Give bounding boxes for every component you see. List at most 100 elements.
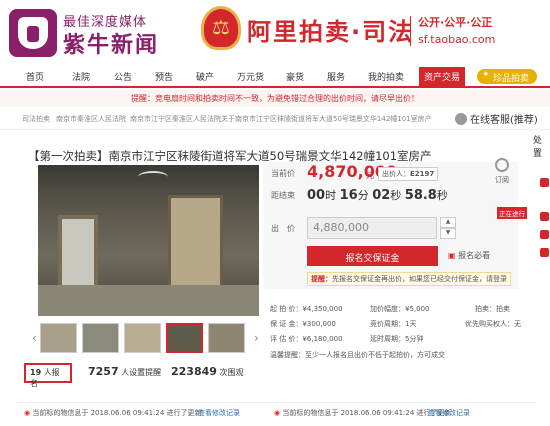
priority-item: 优先购买权人：无 xyxy=(465,319,521,329)
view-history-link[interactable]: 查看修改记录 xyxy=(198,408,240,418)
chevron-left-icon[interactable]: ‹ xyxy=(32,331,37,345)
bid-amount-input[interactable]: 4,880,000 xyxy=(307,217,437,239)
price-panel: 当前价 4,870,000 元 出价人：E2197 距结束 00时 16分 02… xyxy=(263,162,518,289)
detail-label: 拍卖： xyxy=(475,305,496,313)
online-service-button[interactable]: 在线客服(推荐) xyxy=(455,111,538,126)
treasure-auction-button[interactable]: 珍品拍卖 xyxy=(477,69,538,84)
clock-icon xyxy=(495,158,509,172)
nav-item-ten-thousand[interactable]: 万元货 xyxy=(237,70,264,83)
view-history-link[interactable]: 查看修改记录 xyxy=(428,408,470,418)
breadcrumb-item[interactable]: 南京市江宁区秦淮区人民法院关于南京市江宁区秣陵街道将军大道50号瑞景文华142幢… xyxy=(130,114,435,124)
detail-label: 竞价周期： xyxy=(370,320,405,328)
detail-value: 1天 xyxy=(405,320,417,328)
breadcrumb-item[interactable]: 南京市秦淮区人民法院 xyxy=(56,114,126,124)
chat-icon xyxy=(455,113,467,125)
door-shape xyxy=(168,195,223,290)
start-price-item: 起 拍 价：¥4,350,000 xyxy=(270,304,343,314)
detail-label: 起 拍 价： xyxy=(270,305,303,313)
side-label: 处置 xyxy=(533,136,543,159)
detail-value: 拍卖 xyxy=(496,305,510,313)
nav-item-preview[interactable]: 预告 xyxy=(155,70,173,83)
countdown-seconds: 02 xyxy=(372,188,391,203)
views-count: 223849 xyxy=(171,365,217,378)
thumbnail[interactable] xyxy=(208,323,245,353)
nav-item-luxury[interactable]: 豪货 xyxy=(286,70,304,83)
bid-increase-button[interactable]: ▲ xyxy=(440,217,456,228)
nav-item-home[interactable]: 首页 xyxy=(26,70,44,83)
cycle-item: 竞价周期：1天 xyxy=(370,319,416,329)
nav-item-my-auction[interactable]: 我的拍卖 xyxy=(368,70,404,83)
thumbnail[interactable] xyxy=(40,323,77,353)
nav-item-bankruptcy[interactable]: 破产 xyxy=(196,70,214,83)
reminders-stat: 7257 人设置提醒 xyxy=(88,365,161,378)
signup-deposit-button[interactable]: 报名交保证金 xyxy=(307,246,438,266)
chevron-right-icon[interactable]: › xyxy=(254,331,259,345)
update-text: 当前标的物信息于 2018.06.06 09:41:24 进行了更新 xyxy=(32,409,202,417)
detail-value: ¥4,350,000 xyxy=(302,305,343,313)
ziniu-logo-icon xyxy=(9,9,57,57)
thumbnail[interactable] xyxy=(82,323,119,353)
detail-value: 5分钟 xyxy=(405,335,424,343)
registration-guide-link[interactable]: 报名必看 xyxy=(448,250,490,261)
bidder-id: E2197 xyxy=(410,170,435,178)
countdown-timer: 00时 16分 02秒 58.8秒 xyxy=(307,187,448,203)
deposit-warning: 提醒：先报名交保证金再出价，如果您已经交付保证金，请登录 xyxy=(307,272,511,286)
header-banner: 最佳深度媒体 紫牛新闻 阿里拍卖·司法 公开·公平·公正 sf.taobao.c… xyxy=(0,0,550,67)
detail-label: 温馨提醒： xyxy=(270,351,305,359)
nav-item-asset-trading[interactable]: 资产交易 xyxy=(419,67,466,86)
main-nav: 首页 法院 公告 预告 破产 万元货 豪货 服务 我的拍卖 资产交易 珍品拍卖 xyxy=(0,67,550,88)
countdown-fraction: 58.8 xyxy=(404,188,437,203)
thumbnail[interactable] xyxy=(124,323,161,353)
thumbnail-selected[interactable] xyxy=(166,323,203,353)
auction-type-item: 拍卖：拍卖 xyxy=(475,304,510,314)
site-url[interactable]: sf.taobao.com xyxy=(418,33,495,46)
banner-divider xyxy=(410,16,411,46)
warning-text: 先报名交保证金再出价，如果您已经交付保证金，请登录 xyxy=(332,275,507,283)
price-unit: 元 xyxy=(366,171,374,180)
media-name: 紫牛新闻 xyxy=(63,33,160,58)
registrants-stat: 19 人报名 xyxy=(24,363,72,388)
breadcrumb: 司法拍卖 南京市秦淮区人民法院 南京市江宁区秦淮区人民法院关于南京市江宁区秣陵街… xyxy=(0,108,550,130)
detail-value: 至少一人报名且出价不低于起拍价，方可成交 xyxy=(305,351,445,359)
window-shape xyxy=(58,215,98,295)
update-notice: 当前标的物信息于 2018.06.06 09:41:24 进行了更新 xyxy=(24,408,202,418)
map-icon[interactable] xyxy=(540,248,549,257)
detail-label: 评 估 价： xyxy=(270,335,303,343)
detail-value: ¥6,180,000 xyxy=(302,335,343,343)
bidder-badge: 出价人：E2197 xyxy=(378,167,439,181)
detail-value: ¥5,000 xyxy=(405,305,430,313)
reminders-label: 人设置提醒 xyxy=(121,368,162,377)
subscribe-button[interactable]: 订阅 xyxy=(491,158,513,185)
views-stat: 223849 次围观 xyxy=(171,365,243,378)
share-icon[interactable] xyxy=(540,178,549,187)
stats-row: 19 人报名 7257 人设置提醒 223849 次围观 xyxy=(24,363,264,388)
tip-item: 温馨提醒：至少一人报名且出价不低于起拍价，方可成交 xyxy=(270,350,445,360)
detail-label: 优先购买权人： xyxy=(465,320,514,328)
breadcrumb-item[interactable]: 司法拍卖 xyxy=(22,114,50,124)
countdown-label: 距结束 xyxy=(271,191,295,200)
detail-label: 保 证 金： xyxy=(270,320,303,328)
nav-item-service[interactable]: 服务 xyxy=(327,70,345,83)
favorite-icon[interactable] xyxy=(540,212,549,221)
status-badge: 正在进行 xyxy=(497,207,527,219)
countdown-minutes: 16 xyxy=(339,188,358,203)
nav-item-court[interactable]: 法院 xyxy=(72,70,90,83)
court-emblem-icon xyxy=(201,6,241,50)
property-photo[interactable] xyxy=(38,165,259,316)
delay-item: 延时周期：5分钟 xyxy=(370,334,423,344)
location-icon[interactable] xyxy=(540,230,549,239)
detail-value: 无 xyxy=(514,320,521,328)
registrants-count: 19 xyxy=(30,368,42,377)
reminders-count: 7257 xyxy=(88,365,119,378)
countdown-hours: 00 xyxy=(307,188,326,203)
detail-value: ¥300,000 xyxy=(302,320,336,328)
detail-label: 加价幅度： xyxy=(370,305,405,313)
thumbnail-strip: ‹ › xyxy=(32,323,262,354)
nav-item-notice[interactable]: 公告 xyxy=(114,70,132,83)
subscribe-label: 订阅 xyxy=(495,176,509,184)
brand-title[interactable]: 阿里拍卖·司法 xyxy=(247,12,414,47)
views-label: 次围观 xyxy=(219,368,244,377)
bid-decrease-button[interactable]: ▼ xyxy=(440,228,456,239)
online-service-label: 在线客服(推荐) xyxy=(470,115,538,126)
update-log-row: 当前标的物信息于 2018.06.06 09:41:24 进行了更新 查看修改记… xyxy=(16,402,536,418)
